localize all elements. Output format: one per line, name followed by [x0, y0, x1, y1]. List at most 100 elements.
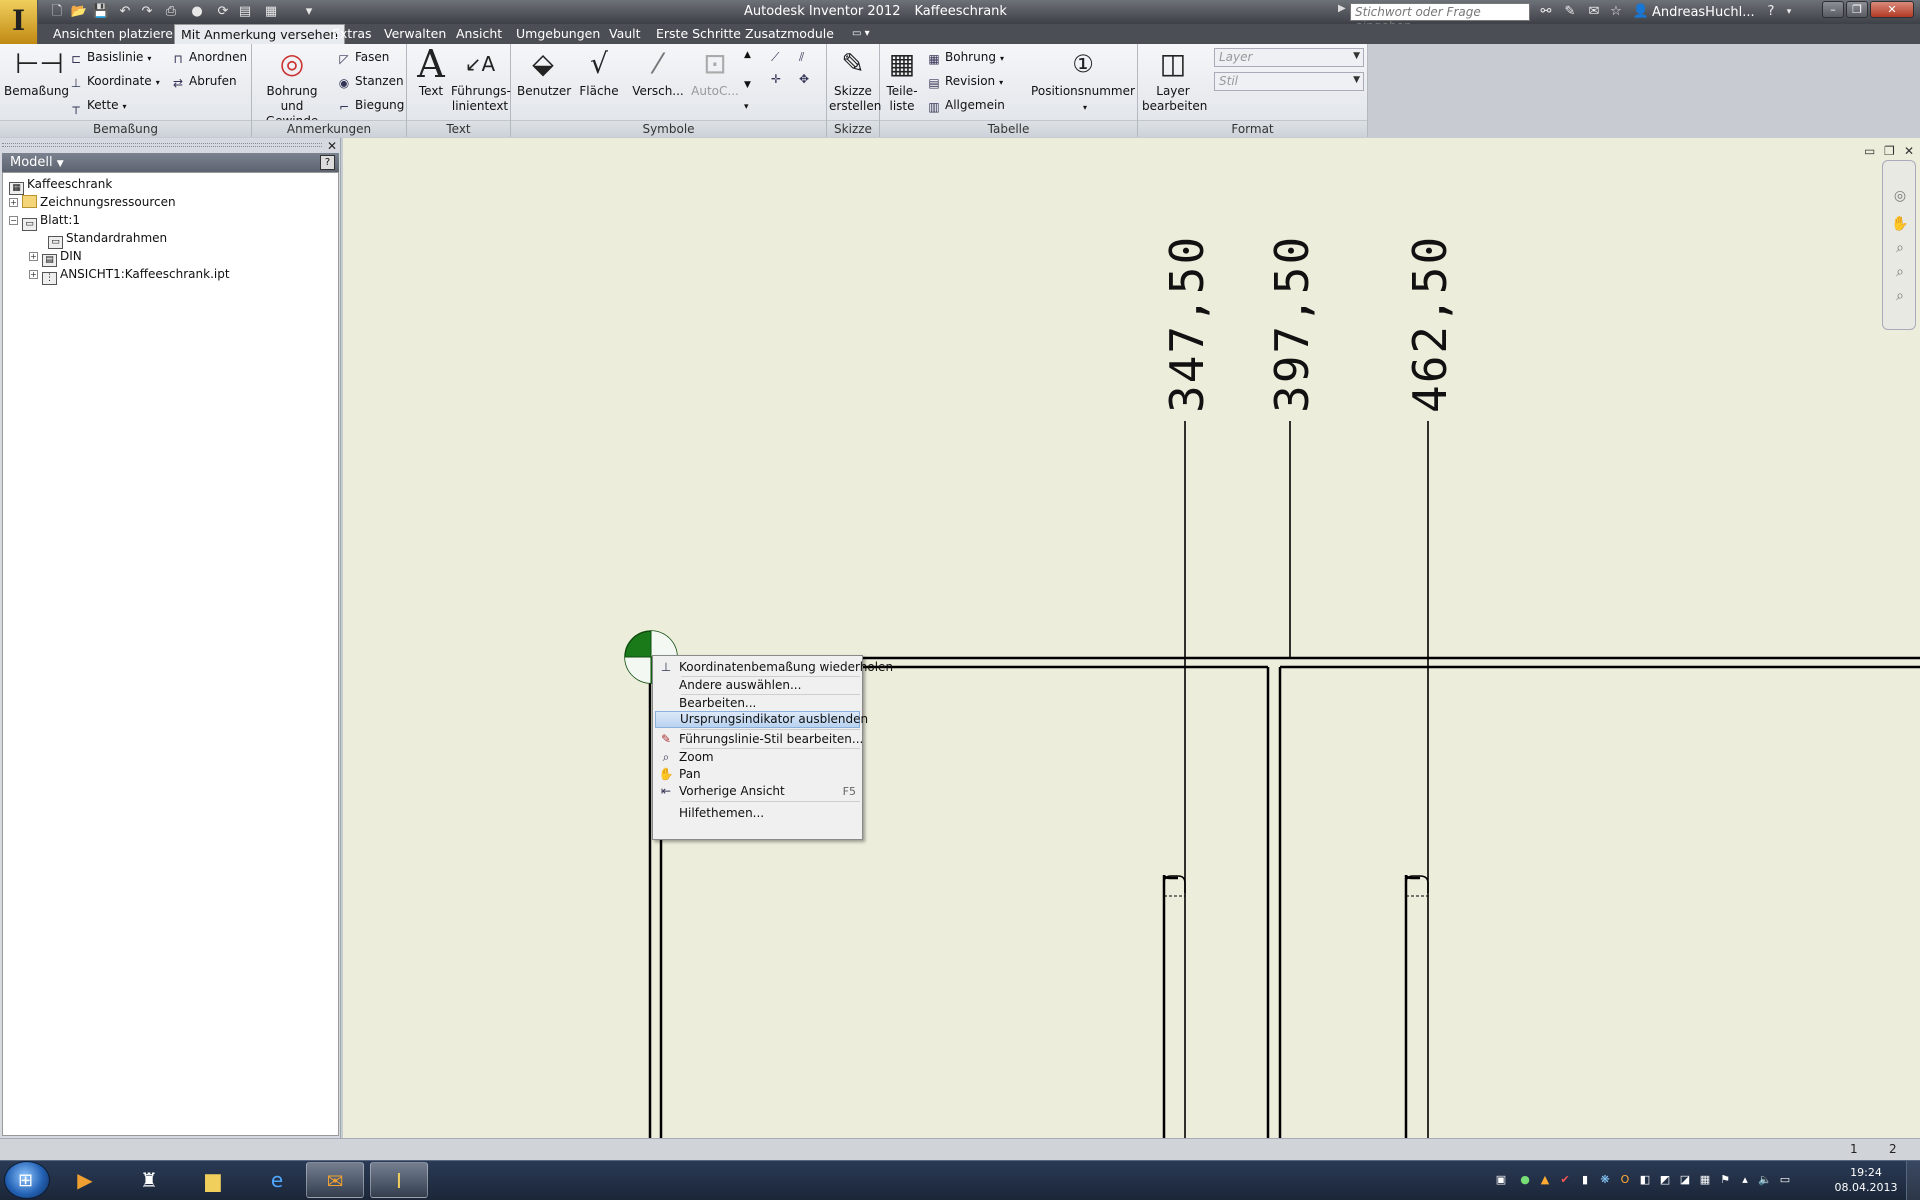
taskbar-inventor[interactable]: I: [370, 1162, 428, 1198]
customize-qa-icon[interactable]: ▾: [300, 3, 318, 20]
tab-mit-anmerkung-versehen[interactable]: Mit Anmerkung versehen: [174, 24, 346, 44]
weld-button[interactable]: ⁄ Versch...: [629, 46, 687, 99]
create-sketch-button[interactable]: ✎ Skizze erstellen: [829, 46, 881, 114]
chevron-down-icon[interactable]: ▾: [156, 78, 160, 87]
restore-button[interactable]: ❐: [1846, 1, 1868, 18]
tab-zusatzmodule[interactable]: Zusatzmodule: [739, 24, 840, 44]
taskbar-media-player[interactable]: ▶: [56, 1162, 114, 1198]
action-center-flag-icon[interactable]: ⚑: [1718, 1173, 1732, 1187]
menu-item-hide-origin-indicator[interactable]: Ursprungsindikator ausblenden: [655, 711, 868, 728]
show-hidden-icons-icon[interactable]: ▴: [1738, 1173, 1752, 1187]
chevron-down-icon[interactable]: ▾: [122, 102, 126, 111]
menu-item-help-topics[interactable]: Hilfethemen...: [655, 805, 860, 822]
datum-icon[interactable]: ⟋: [771, 50, 779, 65]
search-input[interactable]: Stichwort oder Frage eingeben: [1350, 3, 1530, 33]
ordinate-dimension-1[interactable]: 347,50: [1160, 235, 1214, 413]
tab-extras[interactable]: Extras: [326, 24, 378, 44]
layer-select[interactable]: Layer ▼: [1214, 48, 1364, 67]
ordinate-dimension-3[interactable]: 462,50: [1403, 235, 1457, 413]
user-name[interactable]: AndreasHuchl...: [1652, 5, 1755, 20]
minimize-button[interactable]: –: [1822, 1, 1844, 18]
taskbar-outlook[interactable]: ✉: [306, 1162, 364, 1198]
tray-icon-9[interactable]: ◩: [1658, 1173, 1672, 1187]
communication-icon[interactable]: ✉: [1585, 3, 1603, 21]
canvas-minimize-icon[interactable]: ▭: [1864, 144, 1875, 158]
menu-item-repeat-ordinate[interactable]: ⊥ Koordinatenbemaßung wiederholen: [655, 659, 893, 676]
ordinate-dimension-2[interactable]: 397,50: [1265, 235, 1319, 413]
tray-icon-11[interactable]: ▦: [1698, 1173, 1712, 1187]
tray-icon-6[interactable]: ❋: [1598, 1173, 1612, 1187]
chevron-down-icon[interactable]: ▾: [1083, 103, 1087, 112]
punch-button[interactable]: ◉ Stanzen: [336, 74, 404, 90]
bend-button[interactable]: ⌐ Biegung: [336, 98, 404, 114]
menu-item-select-other[interactable]: Andere auswählen...: [655, 677, 860, 694]
chevron-down-icon[interactable]: ▾: [999, 78, 1003, 87]
user-symbol-button[interactable]: ⬙ Benutzer: [517, 46, 571, 99]
tray-icon-1[interactable]: ▣: [1494, 1173, 1508, 1187]
retrieve-button[interactable]: ⇄ Abrufen: [170, 74, 237, 90]
canvas-restore-icon[interactable]: ❐: [1884, 144, 1895, 158]
show-desktop-button[interactable]: [1906, 1161, 1920, 1200]
centerline-icon[interactable]: ✛: [771, 72, 781, 86]
tree-node-drawing[interactable]: ▦ Kaffeeschrank: [9, 176, 112, 195]
steering-wheel-icon[interactable]: ◎: [1891, 187, 1909, 205]
tree-node-sheet[interactable]: − ▭ Blatt:1: [9, 212, 80, 231]
redo-icon[interactable]: ↷: [138, 3, 156, 20]
close-button[interactable]: ✕: [1870, 1, 1914, 18]
help-icon[interactable]: ?: [1762, 3, 1780, 21]
tray-icon-3[interactable]: ▲: [1538, 1173, 1552, 1187]
tray-icon-4[interactable]: ✔: [1558, 1173, 1572, 1187]
taskbar-explorer[interactable]: ▆: [184, 1162, 242, 1198]
subscription-icon[interactable]: ✎: [1561, 3, 1579, 21]
select-icon[interactable]: ●: [188, 3, 206, 20]
tab-ansichten-platzieren[interactable]: Ansichten platzieren: [47, 24, 187, 44]
taskbar-clock[interactable]: 19:24 08.04.2013: [1834, 1165, 1898, 1195]
zoom-icon[interactable]: ⌕: [1891, 239, 1909, 257]
open-icon[interactable]: 📂: [70, 3, 88, 20]
tab-verwalten[interactable]: Verwalten: [378, 24, 452, 44]
browser-header[interactable]: Modell ▼: [2, 153, 339, 172]
save-icon[interactable]: 💾: [92, 3, 110, 20]
tray-icon-7[interactable]: O: [1618, 1173, 1632, 1187]
expand-icon[interactable]: +: [29, 270, 38, 279]
undo-icon[interactable]: ↶: [116, 3, 134, 20]
tab-erste-schritte[interactable]: Erste Schritte: [650, 24, 747, 44]
hole-thread-button[interactable]: ◎ Bohrung und Gewinde: [256, 46, 328, 129]
taskbar-app-2[interactable]: ♜: [120, 1162, 178, 1198]
project-icon[interactable]: ▦: [262, 3, 280, 20]
hole-table-button[interactable]: ▦ Bohrung ▾: [926, 50, 1004, 66]
help-dropdown-icon[interactable]: ▾: [1780, 3, 1798, 21]
user-icon[interactable]: 👤: [1632, 3, 1650, 21]
search-expand-icon[interactable]: ▶: [1338, 3, 1346, 14]
menu-item-pan[interactable]: ✋ Pan: [655, 766, 860, 783]
tray-icon-8[interactable]: ◧: [1638, 1173, 1652, 1187]
chevron-down-icon[interactable]: ▾: [1000, 54, 1004, 63]
taskbar-internet-explorer[interactable]: e: [248, 1162, 306, 1198]
pan-icon[interactable]: ✋: [1891, 215, 1909, 233]
chain-button[interactable]: ┬ Kette ▾: [68, 98, 126, 114]
menu-item-zoom[interactable]: ⌕ Zoom: [655, 749, 860, 766]
drawing-canvas[interactable]: 347,50 397,50 462,50: [343, 138, 1920, 1138]
chamfer-button[interactable]: ◸ Fasen: [336, 50, 389, 66]
parts-list-button[interactable]: ▦ Teile- liste: [882, 46, 922, 114]
print-icon[interactable]: ⎙: [162, 3, 180, 20]
dimension-button[interactable]: ⊢⊣ Bemaßung: [4, 46, 69, 99]
revision-table-button[interactable]: ▤ Revision ▾: [926, 74, 1003, 90]
tray-icon-5[interactable]: ▮: [1578, 1173, 1592, 1187]
gallery-more-icon[interactable]: ▾: [744, 102, 749, 112]
edit-layers-button[interactable]: ◫ Layer bearbeiten: [1142, 46, 1207, 114]
tree-node-drawing-resources[interactable]: + Zeichnungsressourcen: [9, 194, 176, 210]
surface-button[interactable]: √ Fläche: [573, 46, 625, 99]
baseline-button[interactable]: ⊏ Basislinie ▾: [68, 50, 151, 66]
arrange-button[interactable]: ⊓ Anordnen: [170, 50, 247, 66]
start-button[interactable]: ⊞: [4, 1161, 50, 1199]
new-file-icon[interactable]: 🗋: [48, 3, 66, 20]
tree-node-title-block[interactable]: + ▤ DIN: [29, 248, 82, 267]
favorites-star-icon[interactable]: ☆: [1607, 3, 1625, 21]
expand-icon[interactable]: +: [9, 198, 18, 207]
hatch-icon[interactable]: ⫽: [799, 50, 804, 65]
collapse-icon[interactable]: −: [9, 216, 18, 225]
menu-item-previous-view[interactable]: ⇤ Vorherige Ansicht F5: [655, 783, 860, 800]
zoom-window-icon[interactable]: ⌕: [1891, 263, 1909, 281]
browser-help-button[interactable]: ?: [320, 155, 335, 170]
